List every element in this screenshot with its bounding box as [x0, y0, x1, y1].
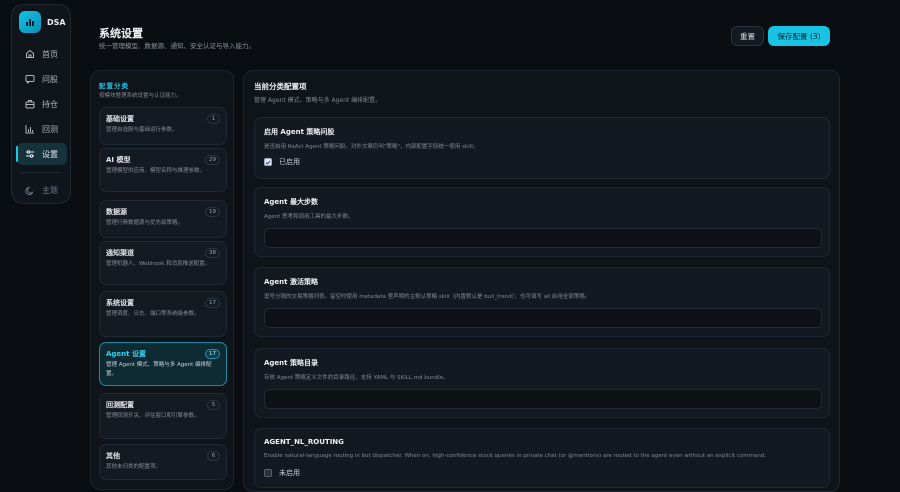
category-backtest[interactable]: 回测配置 管理回测开关、评估窗口和引擎参数。 5	[99, 393, 227, 439]
enable-agent-toggle[interactable]: 已启用	[264, 157, 300, 167]
nl-routing-toggle[interactable]: 未启用	[264, 468, 300, 478]
category-count-badge: 17	[205, 298, 220, 308]
category-panel: 配置分类 按模块整理系统设置与认证能力。 基础设置 管理自选股与基础运行参数。 …	[90, 70, 234, 490]
nav-label: 设置	[42, 149, 58, 159]
sliders-icon	[25, 149, 35, 159]
category-name: AI 模型	[106, 156, 131, 164]
category-desc: 管理 Agent 模式、策略与多 Agent 编排配置。	[106, 362, 212, 377]
settings-panel-title: 当前分类配置项	[254, 82, 307, 91]
nav-item-home[interactable]: 首页	[17, 43, 67, 65]
category-name: 数据源	[106, 208, 127, 216]
category-count-badge: 38	[205, 248, 220, 258]
bar-chart-icon	[25, 124, 35, 134]
category-name: Agent 设置	[106, 350, 146, 358]
nav-item-holdings[interactable]: 持仓	[17, 93, 67, 115]
setting-title: Agent 最大步数	[264, 198, 318, 206]
setting-desc: Agent 思考和调用工具的最大步数。	[264, 214, 354, 220]
setting-desc: Enable natural-language routing in bot d…	[264, 453, 767, 459]
category-data-source[interactable]: 数据源 管理行情数据源与优先级策略。 19	[99, 200, 227, 238]
setting-desc: 存放 Agent 策略定义文件的目录路径，支持 YAML 与 SKILL.md …	[264, 375, 449, 381]
checkbox-label: 未启用	[279, 469, 300, 477]
category-system[interactable]: 系统设置 管理调度、日志、端口等系统级参数。 17	[99, 291, 227, 337]
setting-desc: 是否启用 ReAct Agent 策略问股。对外文案仍叫"策略"，内部配置字段统…	[264, 144, 479, 150]
category-name: 回测配置	[106, 401, 134, 409]
category-agent[interactable]: Agent 设置 管理 Agent 模式、策略与多 Agent 编排配置。 17	[99, 342, 227, 386]
moon-icon	[25, 181, 35, 200]
setting-title: 启用 Agent 策略问股	[264, 128, 335, 136]
category-desc: 管理调度、日志、端口等系统级参数。	[106, 311, 200, 317]
setting-title: AGENT_NL_ROUTING	[264, 438, 344, 446]
category-desc: 管理回测开关、评估窗口和引擎参数。	[106, 413, 200, 419]
nav-item-backtest[interactable]: 回测	[17, 118, 67, 140]
category-count-badge: 19	[205, 207, 220, 217]
checkbox-label: 已启用	[279, 158, 300, 166]
setting-card-agent-nl-routing: AGENT_NL_ROUTING Enable natural-language…	[254, 428, 830, 488]
checkbox-checked[interactable]	[264, 158, 272, 166]
setting-card-agent-enable: 启用 Agent 策略问股 是否启用 ReAct Agent 策略问股。对外文案…	[254, 117, 830, 179]
setting-card-agent-max-steps: Agent 最大步数 Agent 思考和调用工具的最大步数。	[254, 187, 830, 257]
setting-card-agent-active-skills: Agent 激活策略 逗号分隔的交易策略列表。留空时使用 metadata 里声…	[254, 267, 830, 337]
category-other[interactable]: 其他 其他未归类的配置项。 6	[99, 444, 227, 480]
settings-panel-subtitle: 管理 Agent 模式、策略与多 Agent 编排配置。	[254, 97, 382, 104]
category-panel-title: 配置分类	[99, 82, 129, 90]
brand[interactable]: DSA	[19, 11, 66, 33]
divider	[20, 172, 62, 173]
category-count-badge: 1	[207, 114, 220, 124]
chat-icon	[25, 74, 35, 84]
category-basic[interactable]: 基础设置 管理自选股与基础运行参数。 1	[99, 107, 227, 145]
category-desc: 管理行情数据源与优先级策略。	[106, 220, 184, 226]
setting-title: Agent 激活策略	[264, 278, 318, 286]
home-icon	[25, 49, 35, 59]
nav-label: 回测	[42, 124, 58, 134]
nav-label: 首页	[42, 49, 58, 59]
app-logo-icon	[19, 11, 41, 33]
main-nav: 首页 问股 持仓 回测 设置	[16, 43, 67, 168]
agent-skill-dir-input[interactable]	[264, 389, 822, 409]
brand-name: DSA	[47, 17, 66, 27]
page-title: 系统设置	[99, 27, 143, 40]
nav-label: 问股	[42, 74, 58, 84]
category-desc: 管理机器人、Webhook 和消息推送配置。	[106, 261, 211, 267]
category-count-badge: 17	[205, 349, 220, 359]
category-panel-subtitle: 按模块整理系统设置与认证能力。	[99, 93, 182, 99]
agent-active-skills-input[interactable]	[264, 308, 822, 328]
reset-button[interactable]: 重置	[731, 26, 764, 46]
category-name: 其他	[106, 452, 120, 460]
nav-item-ask-stock[interactable]: 问股	[17, 68, 67, 90]
category-desc: 其他未归类的配置项。	[106, 464, 162, 470]
save-config-button[interactable]: 保存配置 (3)	[768, 26, 830, 46]
category-count-badge: 5	[207, 400, 220, 410]
setting-card-agent-skill-dir: Agent 策略目录 存放 Agent 策略定义文件的目录路径，支持 YAML …	[254, 348, 830, 418]
side-rail: DSA 首页 问股 持仓 回测 设置 主题	[11, 4, 71, 204]
agent-max-steps-input[interactable]	[264, 228, 822, 248]
category-count-badge: 6	[207, 451, 220, 461]
category-count-badge: 29	[205, 155, 220, 165]
briefcase-icon	[25, 99, 35, 109]
category-desc: 管理模型供应商、模型名称与推理参数。	[106, 168, 206, 174]
nav-label: 持仓	[42, 99, 58, 109]
theme-toggle[interactable]: 主题	[25, 181, 58, 200]
category-notification[interactable]: 通知渠道 管理机器人、Webhook 和消息推送配置。 38	[99, 241, 227, 285]
setting-title: Agent 策略目录	[264, 359, 318, 367]
checkbox-unchecked[interactable]	[264, 469, 272, 477]
category-name: 系统设置	[106, 299, 134, 307]
setting-desc: 逗号分隔的交易策略列表。留空时使用 metadata 里声明的主默认策略 ski…	[264, 294, 591, 300]
theme-label: 主题	[42, 186, 58, 195]
nav-item-settings[interactable]: 设置	[16, 143, 67, 165]
check-icon	[265, 160, 271, 165]
page-subtitle: 统一管理模型、数据源、通知、安全认证与导入能力。	[99, 42, 255, 50]
category-name: 基础设置	[106, 115, 134, 123]
category-name: 通知渠道	[106, 249, 134, 257]
category-desc: 管理自选股与基础运行参数。	[106, 127, 178, 133]
category-ai-model[interactable]: AI 模型 管理模型供应商、模型名称与推理参数。 29	[99, 148, 227, 192]
settings-panel: 当前分类配置项 管理 Agent 模式、策略与多 Agent 编排配置。 启用 …	[243, 70, 840, 492]
